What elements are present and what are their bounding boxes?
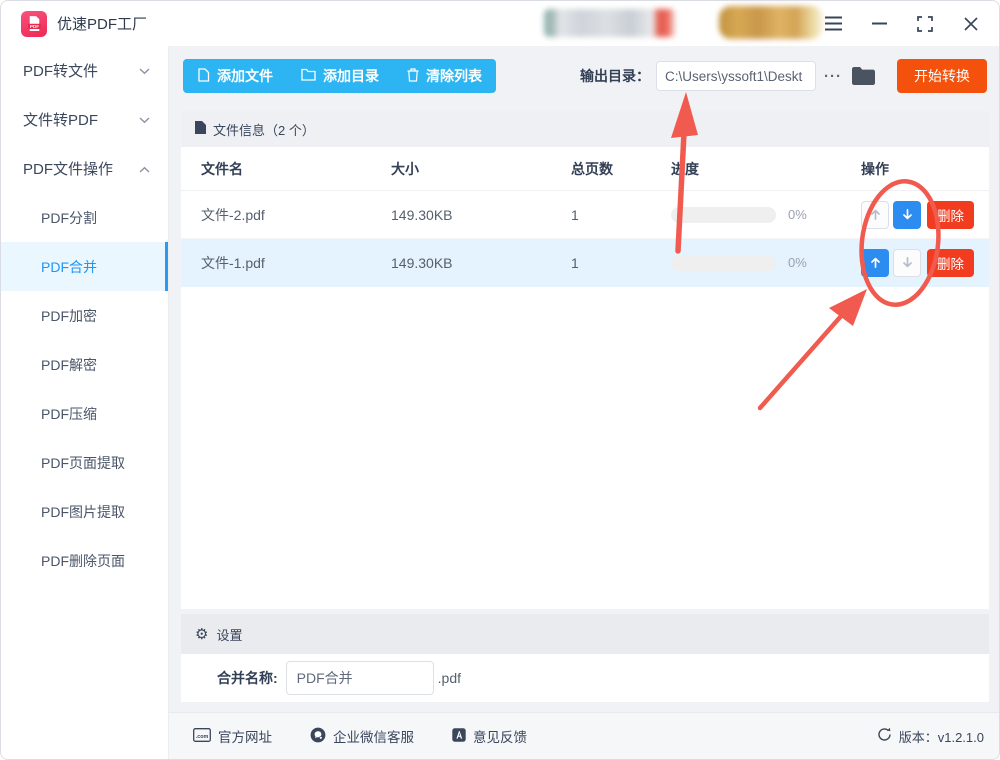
progress-percent: 0%	[788, 255, 807, 270]
settings-bar: ⚙ 设置	[181, 614, 989, 654]
delete-button[interactable]: 删除	[927, 200, 974, 229]
file-name: 文件-1.pdf	[201, 254, 265, 271]
file-pages: 1	[571, 206, 579, 223]
add-file-icon	[197, 67, 210, 85]
chevron-down-icon	[139, 111, 150, 128]
move-down-button[interactable]	[893, 248, 921, 277]
update-refresh-icon[interactable]	[877, 727, 892, 745]
settings-label: 设置	[216, 627, 243, 643]
col-progress: 进度	[671, 160, 699, 177]
output-dir-label: 输出目录：	[580, 68, 650, 84]
sidebar-group-file-to-pdf[interactable]: 文件转PDF	[1, 95, 168, 144]
delete-button[interactable]: 删除	[927, 248, 974, 277]
file-size: 149.30KB	[391, 254, 453, 271]
merge-name-label: 合并名称:	[217, 670, 278, 686]
file-name: 文件-2.pdf	[201, 206, 265, 223]
feedback-icon	[452, 727, 466, 745]
progress-cell: 0%	[671, 206, 861, 223]
more-options-button[interactable]: ···	[824, 68, 842, 85]
chevron-down-icon	[139, 62, 150, 79]
actions-cell: 删除	[861, 248, 975, 277]
wechat-service-icon	[310, 727, 326, 746]
file-size: 149.30KB	[391, 206, 453, 223]
feedback-link[interactable]: 意见反馈	[452, 726, 527, 746]
clear-list-icon	[407, 67, 419, 85]
file-info-text: 文件信息（2 个）	[213, 122, 315, 138]
close-icon[interactable]	[961, 14, 981, 34]
wechat-service-link[interactable]: 企业微信客服	[310, 726, 414, 746]
minimize-icon[interactable]	[869, 14, 889, 34]
sidebar-item-pdf-page-extract[interactable]: PDF页面提取	[1, 438, 168, 487]
website-icon: .com	[193, 727, 211, 745]
add-file-button[interactable]: 添加文件	[183, 59, 287, 93]
file-info-bar: 文件信息（2 个）	[181, 111, 989, 147]
window-controls	[823, 1, 981, 46]
vip-badge-blurred[interactable]	[719, 6, 823, 39]
table-header: 文件名 大小 总页数 进度 操作	[181, 147, 989, 191]
sidebar-item-pdf-delete-pages[interactable]: PDF删除页面	[1, 536, 168, 585]
sidebar-group-pdf-operations[interactable]: PDF文件操作	[1, 144, 168, 193]
gear-icon: ⚙	[195, 626, 209, 643]
progress-cell: 0%	[671, 254, 861, 271]
app-window: PDF 优速PDF工厂 PDF转文件 文件转PDF PDF文件操作 PDF分割 …	[0, 0, 1000, 760]
toolbar: 添加文件 添加目录 清除列表 输出目录： ···	[169, 46, 999, 106]
start-convert-button[interactable]: 开始转换	[897, 59, 987, 93]
add-folder-icon	[301, 68, 316, 84]
progress-bar	[671, 206, 776, 223]
merge-name-row: 合并名称: .pdf	[181, 654, 989, 702]
app-title: 优速PDF工厂	[57, 16, 148, 33]
user-account-badge-blurred[interactable]	[544, 9, 676, 37]
progress-bar	[671, 254, 776, 271]
clear-list-button[interactable]: 清除列表	[393, 59, 496, 93]
col-pages: 总页数	[571, 160, 613, 177]
table-row[interactable]: 文件-1.pdf 149.30KB 1 0% 删除	[181, 239, 989, 287]
file-list-card: 文件信息（2 个） 文件名 大小 总页数 进度 操作 文件-2.pdf 149.…	[181, 111, 989, 609]
move-up-button[interactable]	[861, 248, 889, 277]
actions-cell: 删除	[861, 200, 975, 229]
file-pages: 1	[571, 254, 579, 271]
chevron-up-icon	[139, 160, 150, 177]
menu-icon[interactable]	[823, 14, 843, 34]
col-filename: 文件名	[201, 160, 243, 177]
version-info: 版本：v1.2.1.0	[877, 727, 984, 746]
document-icon	[195, 121, 206, 137]
move-up-button[interactable]	[861, 200, 889, 229]
sidebar-item-pdf-encrypt[interactable]: PDF加密	[1, 291, 168, 340]
title-bar: PDF 优速PDF工厂	[1, 1, 999, 46]
svg-text:.com: .com	[196, 734, 209, 740]
col-actions: 操作	[861, 160, 889, 177]
version-text: 版本：v1.2.1.0	[898, 729, 984, 745]
maximize-icon[interactable]	[915, 14, 935, 34]
output-dir-input[interactable]	[656, 61, 816, 91]
add-folder-button[interactable]: 添加目录	[287, 59, 393, 93]
merge-name-input[interactable]	[285, 661, 434, 695]
browse-folder-icon[interactable]	[852, 67, 875, 85]
pdf-extension-label: .pdf	[437, 670, 462, 686]
table-row[interactable]: 文件-2.pdf 149.30KB 1 0% 删除	[181, 191, 989, 239]
footer: .com 官方网址 企业微信客服 意见反馈 版本：v1.2.1.0	[169, 712, 999, 759]
move-down-button[interactable]	[893, 200, 921, 229]
settings-card: ⚙ 设置 合并名称: .pdf	[181, 614, 989, 702]
svg-text:PDF: PDF	[30, 24, 39, 29]
sidebar-group-pdf-to-file[interactable]: PDF转文件	[1, 46, 168, 95]
sidebar-item-pdf-decrypt[interactable]: PDF解密	[1, 340, 168, 389]
app-logo-icon: PDF	[21, 10, 47, 37]
sidebar-item-pdf-split[interactable]: PDF分割	[1, 193, 168, 242]
col-size: 大小	[391, 160, 419, 177]
progress-percent: 0%	[788, 207, 807, 222]
sidebar-item-pdf-image-extract[interactable]: PDF图片提取	[1, 487, 168, 536]
sidebar-item-pdf-merge[interactable]: PDF合并	[1, 242, 168, 291]
file-action-button-group: 添加文件 添加目录 清除列表	[183, 59, 496, 93]
sidebar: PDF转文件 文件转PDF PDF文件操作 PDF分割 PDF合并 PDF加密 …	[1, 46, 169, 759]
official-website-link[interactable]: .com 官方网址	[193, 726, 272, 746]
main-panel: 添加文件 添加目录 清除列表 输出目录： ···	[169, 46, 999, 759]
sidebar-item-pdf-compress[interactable]: PDF压缩	[1, 389, 168, 438]
